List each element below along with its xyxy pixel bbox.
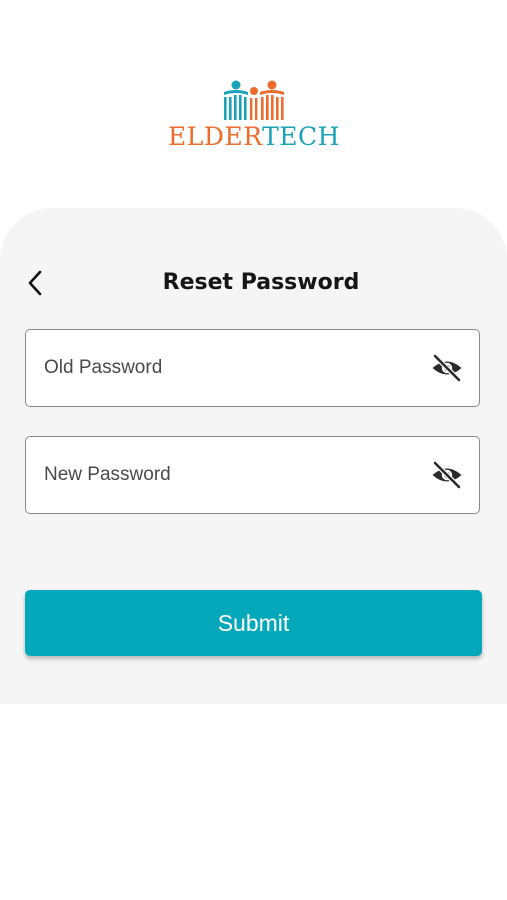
new-password-input[interactable]: [44, 437, 424, 513]
new-password-field[interactable]: [25, 436, 480, 514]
old-password-input[interactable]: [44, 330, 424, 406]
eye-off-icon[interactable]: [431, 461, 463, 489]
logo-text-tech: TECH: [262, 122, 340, 151]
logo-text-elder: ELDER: [168, 122, 263, 151]
eye-off-icon[interactable]: [431, 354, 463, 382]
eldertech-logo: ELDERTECH: [168, 80, 340, 156]
logo-wordmark: ELDERTECH: [168, 122, 340, 151]
submit-button[interactable]: Submit: [25, 590, 482, 656]
reset-password-screen: ELDERTECH Reset Password Submit: [0, 0, 507, 900]
old-password-field[interactable]: [25, 329, 480, 407]
logo-mark-icon: [224, 80, 284, 120]
page-title: Reset Password: [162, 270, 360, 295]
